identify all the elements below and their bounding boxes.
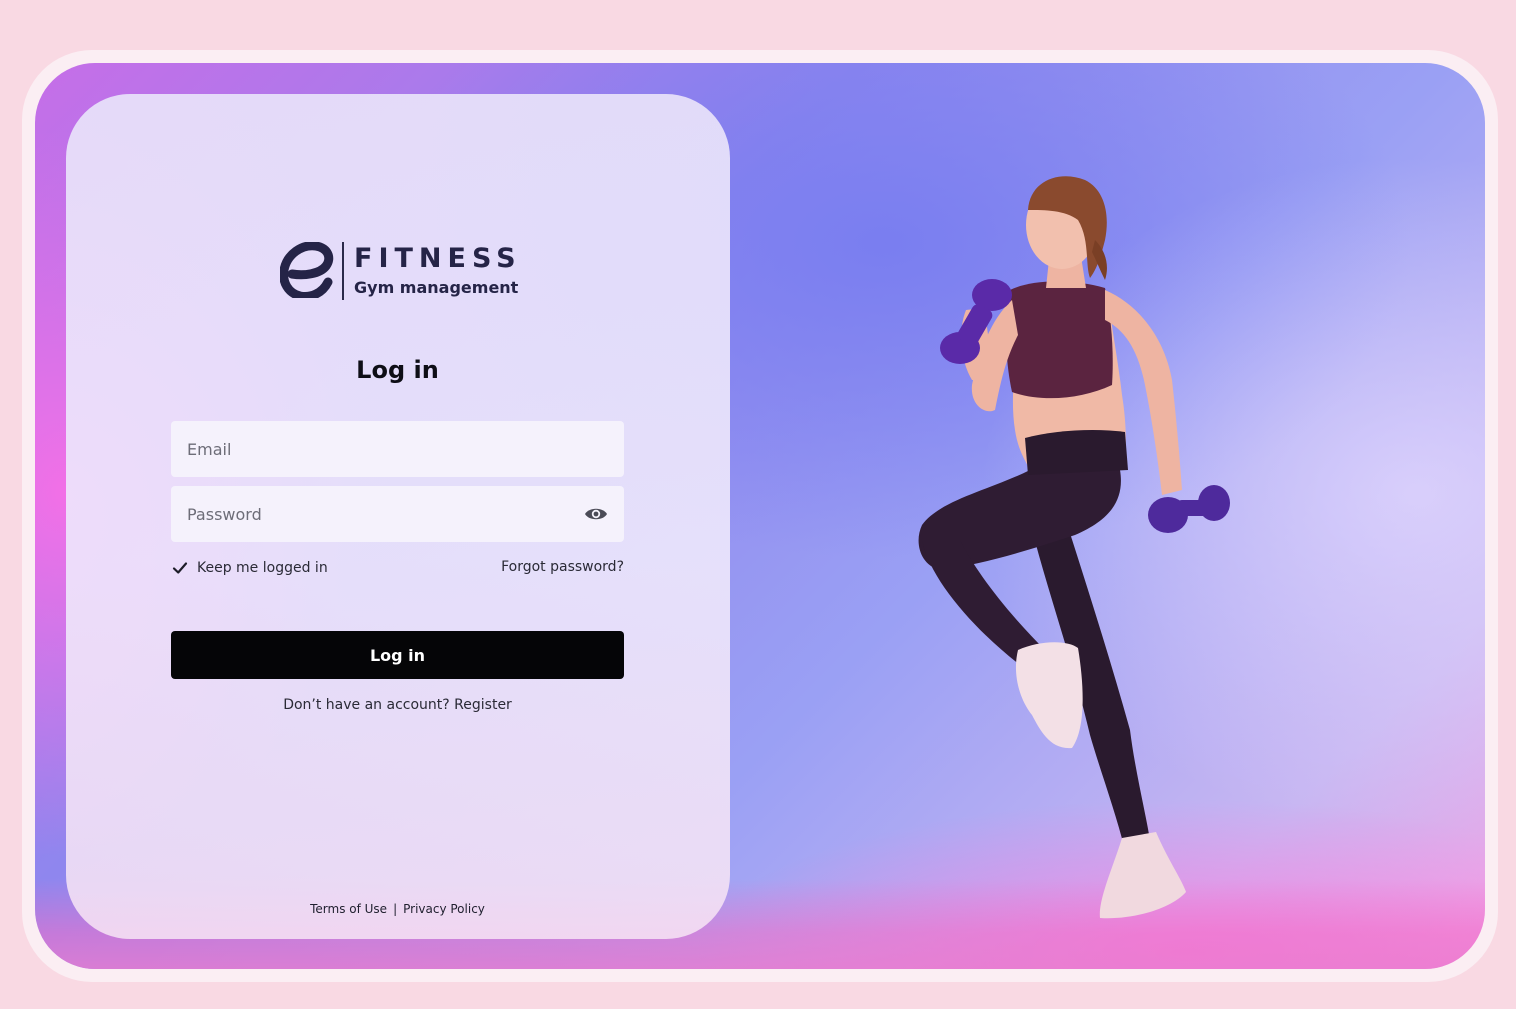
keep-logged-in-label: Keep me logged in xyxy=(197,560,328,576)
page-title: Log in xyxy=(356,356,439,384)
privacy-policy-link[interactable]: Privacy Policy xyxy=(403,902,485,916)
athlete-illustration xyxy=(918,176,1230,919)
brand-subtitle: Gym management xyxy=(354,278,519,297)
register-prompt-text: Don’t have an account? xyxy=(283,697,450,713)
checkmark-icon xyxy=(172,562,188,574)
password-field-container xyxy=(171,486,624,542)
forgot-password-link[interactable]: Forgot password? xyxy=(501,559,624,575)
email-field-container xyxy=(171,421,624,477)
brand-logo: FITNESS Gym management xyxy=(280,240,520,302)
register-link[interactable]: Register xyxy=(454,697,512,713)
keep-logged-in-checkbox[interactable]: Keep me logged in xyxy=(171,556,328,580)
e-logo-icon xyxy=(280,242,334,298)
password-field[interactable] xyxy=(187,486,567,542)
brand-name: FITNESS xyxy=(354,243,522,274)
logo-divider xyxy=(342,242,344,300)
terms-of-use-link[interactable]: Terms of Use xyxy=(310,902,387,916)
footer-links: Terms of Use | Privacy Policy xyxy=(171,900,624,918)
eye-icon[interactable] xyxy=(584,503,608,525)
register-prompt: Don’t have an account? Register xyxy=(171,695,624,715)
login-options: Keep me logged in Forgot password? xyxy=(171,556,624,580)
login-button[interactable]: Log in xyxy=(171,631,624,679)
email-field[interactable] xyxy=(187,421,567,477)
footer-separator: | xyxy=(393,902,398,916)
